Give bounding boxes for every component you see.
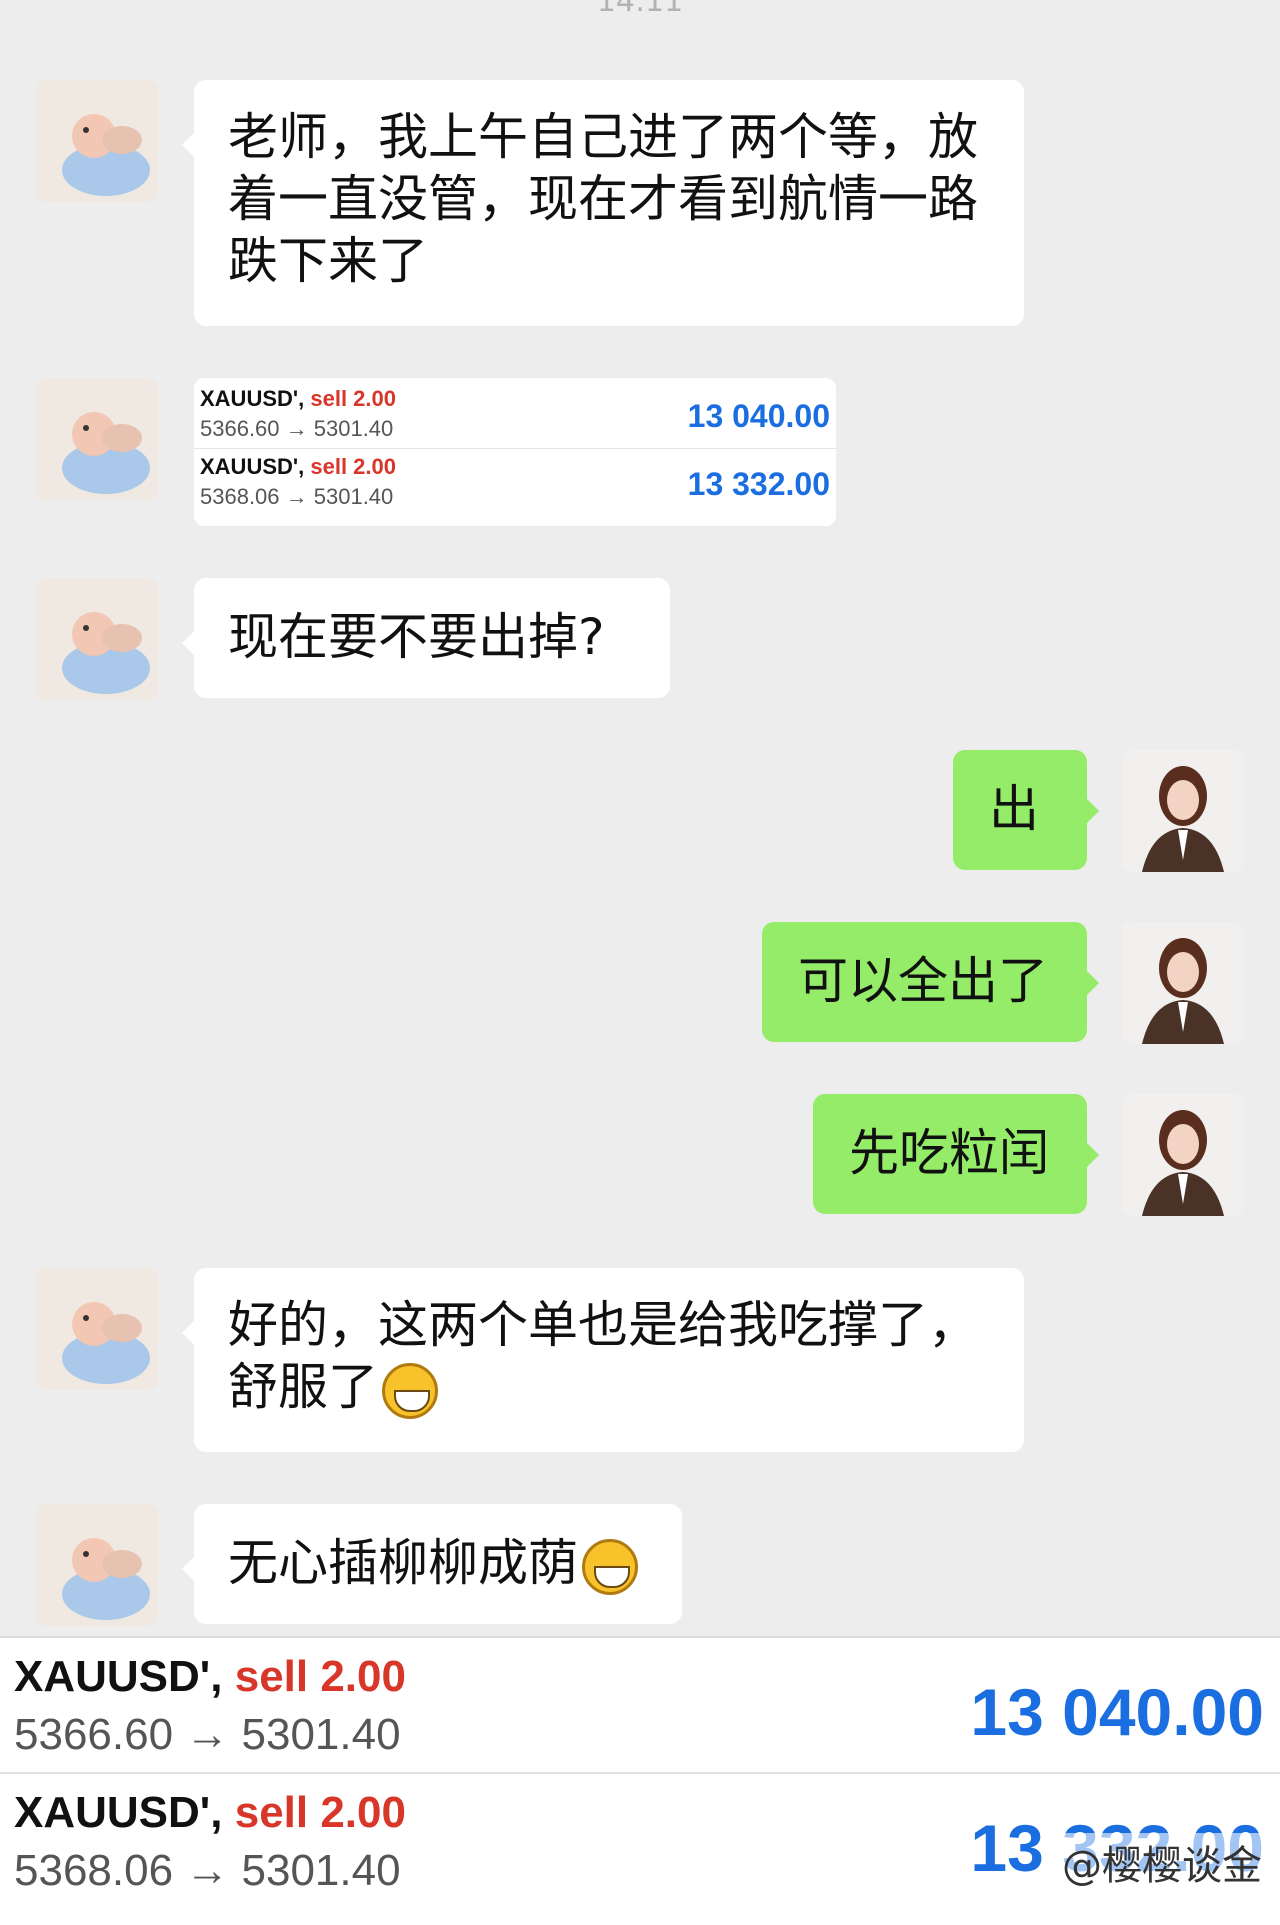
grin-icon xyxy=(582,1538,638,1595)
trade-action: sell 2.00 xyxy=(310,386,397,411)
chat-timestamp: 14:11 xyxy=(596,0,684,19)
trade-symbol: XAUUSD', sell 2.00 xyxy=(200,386,397,411)
watermark: @樱樱谈金 xyxy=(1058,1833,1266,1891)
trade-row: XAUUSD', sell 2.00 5366.60 → 5301.40 13 … xyxy=(194,378,836,444)
trade-action: sell 2.00 xyxy=(234,1788,406,1837)
message-bubble-incoming[interactable]: 老师，我上午自己进了两个等，放着一直没管，现在才看到航情一路跌下来了 xyxy=(182,80,1024,326)
message-text: 老师，我上午自己进了两个等，放着一直没管，现在才看到航情一路跌下来了 xyxy=(228,108,978,290)
trade-prices: 5368.06 → 5301.40 xyxy=(14,1846,401,1895)
trade-action: sell 2.00 xyxy=(310,454,397,479)
trade-profit: 13 040.00 xyxy=(687,398,830,434)
grin-icon xyxy=(382,1362,438,1419)
trade-symbol: XAUUSD', sell 2.00 xyxy=(14,1652,406,1701)
contact-avatar[interactable] xyxy=(36,578,158,700)
trade-profit: 13 332.00 xyxy=(687,466,830,502)
trade-prices: 5368.06 → 5301.40 xyxy=(200,484,394,509)
self-avatar[interactable] xyxy=(1122,1094,1244,1216)
contact-avatar[interactable] xyxy=(36,1504,158,1626)
message-text: 出 xyxy=(989,780,1039,838)
message-bubble-outgoing[interactable]: 先吃粒闰 xyxy=(813,1094,1099,1214)
trade-row: XAUUSD', sell 2.00 5368.06 → 5301.40 13 … xyxy=(194,446,836,512)
message-text: 好的，这两个单也是给我吃撑了，舒服了 xyxy=(228,1294,990,1419)
message-text: 现在要不要出掉? xyxy=(228,608,605,666)
message-bubble-outgoing[interactable]: 出 xyxy=(953,750,1099,870)
contact-avatar[interactable] xyxy=(36,1268,158,1390)
trade-summary-panel: XAUUSD', sell 2.00 5366.60 → 5301.40 13 … xyxy=(0,1636,1280,1925)
trade-symbol: XAUUSD', sell 2.00 xyxy=(14,1788,406,1837)
contact-avatar[interactable] xyxy=(36,80,158,202)
trade-action: sell 2.00 xyxy=(234,1652,406,1701)
message-bubble-incoming[interactable]: 现在要不要出掉? xyxy=(182,578,670,698)
self-avatar[interactable] xyxy=(1122,922,1244,1044)
trade-profit: 13 040.00 xyxy=(970,1675,1264,1749)
message-bubble-incoming[interactable]: 无心插柳柳成荫 xyxy=(182,1504,682,1624)
self-avatar[interactable] xyxy=(1122,750,1244,872)
message-text: 无心插柳柳成荫 xyxy=(228,1532,648,1595)
message-bubble-incoming[interactable]: 好的，这两个单也是给我吃撑了，舒服了 xyxy=(182,1268,1024,1452)
message-text: 先吃粒闰 xyxy=(849,1124,1049,1182)
trade-prices: 5366.60 → 5301.40 xyxy=(14,1710,401,1759)
trade-screenshot-card[interactable]: XAUUSD', sell 2.00 5366.60 → 5301.40 13 … xyxy=(194,378,836,526)
trade-prices: 5366.60 → 5301.40 xyxy=(200,416,394,441)
trade-symbol: XAUUSD', sell 2.00 xyxy=(200,454,397,479)
trade-row: XAUUSD', sell 2.00 5366.60 → 5301.40 13 … xyxy=(0,1638,1280,1772)
contact-avatar[interactable] xyxy=(36,378,158,500)
message-text: 可以全出了 xyxy=(798,952,1048,1010)
message-bubble-outgoing[interactable]: 可以全出了 xyxy=(762,922,1099,1042)
